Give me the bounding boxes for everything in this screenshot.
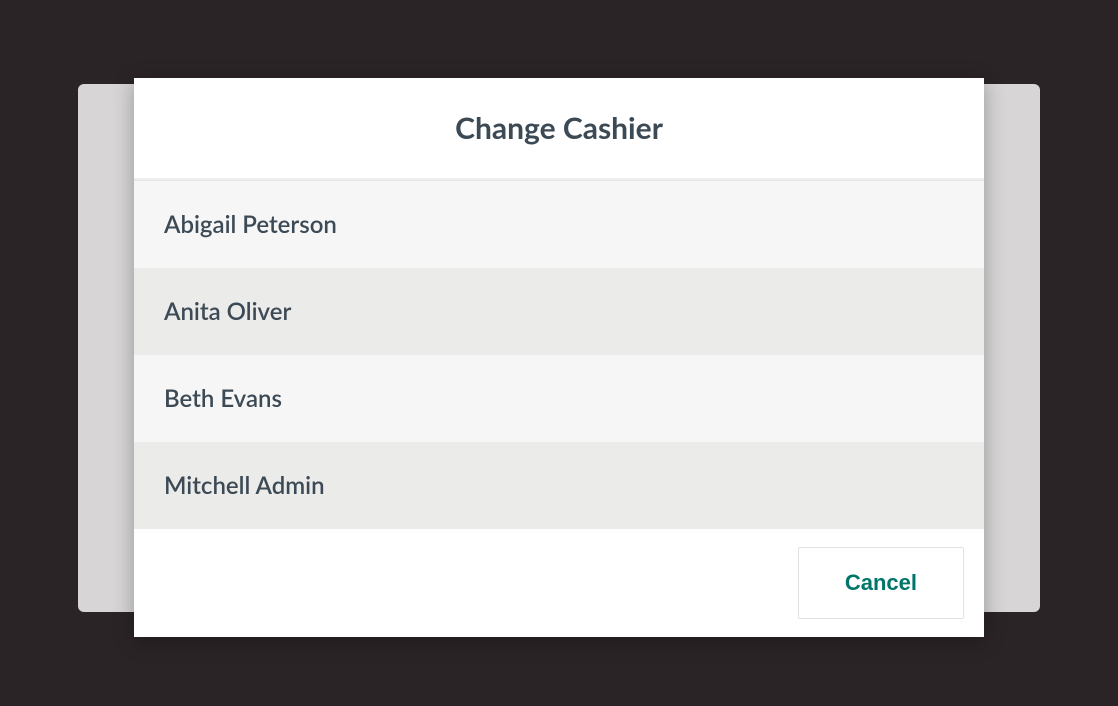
cashier-list: Abigail Peterson Anita Oliver Beth Evans… xyxy=(134,180,984,529)
cashier-item-anita-oliver[interactable]: Anita Oliver xyxy=(134,268,984,355)
modal-footer: Cancel xyxy=(134,529,984,637)
cashier-item-beth-evans[interactable]: Beth Evans xyxy=(134,355,984,442)
cancel-button[interactable]: Cancel xyxy=(798,547,964,619)
change-cashier-modal: Change Cashier Abigail Peterson Anita Ol… xyxy=(134,78,984,637)
cashier-item-abigail-peterson[interactable]: Abigail Peterson xyxy=(134,181,984,268)
modal-title: Change Cashier xyxy=(164,110,954,146)
cashier-item-mitchell-admin[interactable]: Mitchell Admin xyxy=(134,442,984,529)
modal-header: Change Cashier xyxy=(134,78,984,180)
